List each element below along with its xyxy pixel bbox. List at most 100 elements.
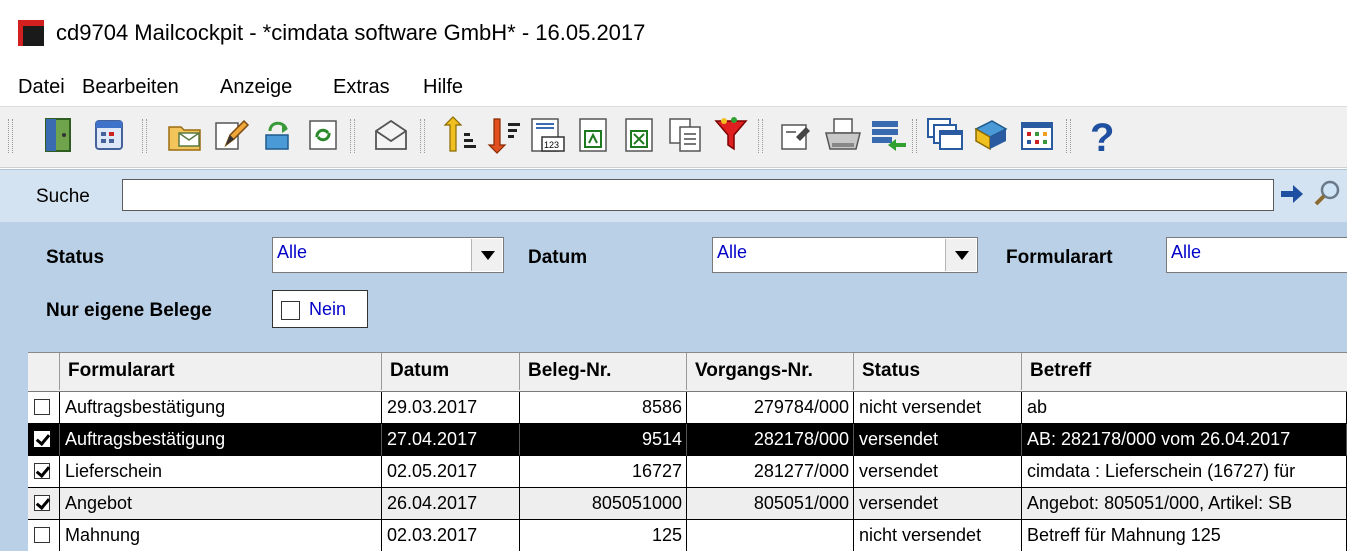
- export-excel-icon[interactable]: [620, 115, 658, 155]
- header-status[interactable]: Status: [854, 353, 1022, 390]
- cell-vorgangs-nr: [687, 520, 854, 551]
- envelope-icon[interactable]: [372, 115, 410, 155]
- refresh-icon[interactable]: [304, 115, 342, 155]
- toolbar-separator: [8, 119, 13, 153]
- grid-header: Formularart Datum Beleg-Nr. Vorgangs-Nr.…: [28, 352, 1347, 392]
- cell-beleg-nr: 805051000: [520, 488, 687, 520]
- cell-formularart: Auftragsbestätigung: [60, 424, 382, 456]
- sort-ascending-icon[interactable]: [440, 115, 478, 155]
- menu-hilfe[interactable]: Hilfe: [423, 76, 463, 99]
- copy-documents-icon[interactable]: [666, 115, 704, 155]
- search-input[interactable]: [122, 179, 1274, 211]
- formularart-filter-select[interactable]: Alle: [1166, 237, 1347, 273]
- status-filter-select[interactable]: Alle: [272, 237, 504, 273]
- header-betreff[interactable]: Betreff: [1022, 353, 1347, 390]
- number-list-icon[interactable]: 123: [528, 115, 566, 155]
- menu-bearbeiten[interactable]: Bearbeiten: [82, 76, 179, 99]
- chevron-down-icon[interactable]: [471, 239, 502, 271]
- header-datum[interactable]: Datum: [382, 353, 520, 390]
- toolbar-separator: [420, 119, 425, 153]
- toolbar-separator: [758, 119, 763, 153]
- search-icon[interactable]: [1312, 178, 1342, 208]
- cell-datum: 02.03.2017: [382, 520, 520, 551]
- export-pdf-icon[interactable]: [574, 115, 612, 155]
- datum-filter-value: Alle: [717, 242, 748, 262]
- row-checkbox[interactable]: [34, 431, 50, 447]
- book-icon[interactable]: [972, 115, 1010, 155]
- menu-anzeige[interactable]: Anzeige: [220, 76, 292, 99]
- status-filter-value: Alle: [277, 242, 308, 262]
- row-checkbox[interactable]: [34, 463, 50, 479]
- windows-icon[interactable]: [926, 115, 964, 155]
- sort-descending-icon[interactable]: [484, 115, 522, 155]
- formularart-filter-label: Formularart: [1006, 247, 1113, 268]
- cell-status: versendet: [854, 424, 1022, 456]
- cell-datum: 02.05.2017: [382, 456, 520, 488]
- menu-bar: Datei Bearbeiten Anzeige Extras Hilfe: [0, 64, 1347, 106]
- table-icon[interactable]: [1018, 115, 1056, 155]
- window-title: cd9704 Mailcockpit - *cimdata software G…: [56, 20, 646, 45]
- row-checkbox[interactable]: [34, 527, 50, 543]
- header-vorgangs-nr[interactable]: Vorgangs-Nr.: [687, 353, 854, 390]
- cell-formularart: Angebot: [60, 488, 382, 520]
- cell-formularart: Mahnung: [60, 520, 382, 551]
- calendar-icon[interactable]: [90, 115, 128, 155]
- datum-filter-select[interactable]: Alle: [712, 237, 978, 273]
- open-mail-folder-icon[interactable]: [166, 115, 204, 155]
- menu-extras[interactable]: Extras: [333, 76, 390, 99]
- cell-status: versendet: [854, 488, 1022, 520]
- search-label: Suche: [36, 186, 90, 207]
- print-icon[interactable]: [824, 115, 862, 155]
- table-row[interactable]: Lieferschein 02.05.2017 16727 281277/000…: [28, 456, 1347, 488]
- toolbar: 123 ?: [0, 106, 1347, 168]
- toolbar-separator: [142, 119, 147, 153]
- transfer-icon[interactable]: [870, 115, 908, 155]
- row-checkbox-cell[interactable]: [28, 520, 60, 551]
- cell-vorgangs-nr: 805051/000: [687, 488, 854, 520]
- datum-filter-label: Datum: [528, 247, 588, 268]
- nur-eigene-value: Nein: [309, 299, 347, 319]
- chevron-down-icon[interactable]: [945, 239, 976, 271]
- menu-datei[interactable]: Datei: [18, 76, 65, 99]
- header-checkbox-column[interactable]: [28, 353, 60, 390]
- table-row[interactable]: Auftragsbestätigung 29.03.2017 8586 2797…: [28, 392, 1347, 424]
- help-icon[interactable]: ?: [1084, 115, 1122, 155]
- cell-vorgangs-nr: 279784/000: [687, 392, 854, 424]
- edit-icon[interactable]: [212, 115, 250, 155]
- cell-datum: 27.04.2017: [382, 424, 520, 456]
- cell-status: nicht versendet: [854, 392, 1022, 424]
- row-checkbox-cell[interactable]: [28, 392, 60, 424]
- cell-betreff: Angebot: 805051/000, Artikel: SB: [1022, 488, 1347, 520]
- svg-text:123: 123: [544, 140, 559, 150]
- cell-beleg-nr: 16727: [520, 456, 687, 488]
- document-grid: Formularart Datum Beleg-Nr. Vorgangs-Nr.…: [28, 352, 1347, 551]
- table-row[interactable]: Auftragsbestätigung 27.04.2017 9514 2821…: [28, 424, 1347, 456]
- header-beleg-nr[interactable]: Beleg-Nr.: [520, 353, 687, 390]
- arrow-right-icon[interactable]: [1279, 182, 1305, 206]
- cell-datum: 29.03.2017: [382, 392, 520, 424]
- cell-datum: 26.04.2017: [382, 488, 520, 520]
- exit-icon[interactable]: [40, 115, 78, 155]
- filter-icon[interactable]: [712, 115, 750, 155]
- table-row[interactable]: Mahnung 02.03.2017 125 nicht versendet B…: [28, 520, 1347, 551]
- nur-eigene-label: Nur eigene Belege: [46, 300, 212, 321]
- properties-icon[interactable]: [778, 115, 816, 155]
- cell-beleg-nr: 9514: [520, 424, 687, 456]
- row-checkbox-cell[interactable]: [28, 456, 60, 488]
- checkbox-box[interactable]: [281, 301, 300, 320]
- nur-eigene-checkbox[interactable]: Nein: [272, 290, 368, 328]
- toolbar-separator: [350, 119, 355, 153]
- title-bar: cd9704 Mailcockpit - *cimdata software G…: [0, 0, 1347, 62]
- row-checkbox[interactable]: [34, 399, 50, 415]
- table-row[interactable]: Angebot 26.04.2017 805051000 805051/000 …: [28, 488, 1347, 520]
- row-checkbox[interactable]: [34, 495, 50, 511]
- row-checkbox-cell[interactable]: [28, 424, 60, 456]
- status-filter-label: Status: [46, 247, 105, 268]
- header-formularart[interactable]: Formularart: [60, 353, 382, 390]
- toolbar-separator: [912, 119, 917, 153]
- row-checkbox-cell[interactable]: [28, 488, 60, 520]
- toolbar-separator: [1066, 119, 1071, 153]
- cell-formularart: Lieferschein: [60, 456, 382, 488]
- svg-text:?: ?: [1090, 116, 1114, 155]
- recycle-icon[interactable]: [258, 115, 296, 155]
